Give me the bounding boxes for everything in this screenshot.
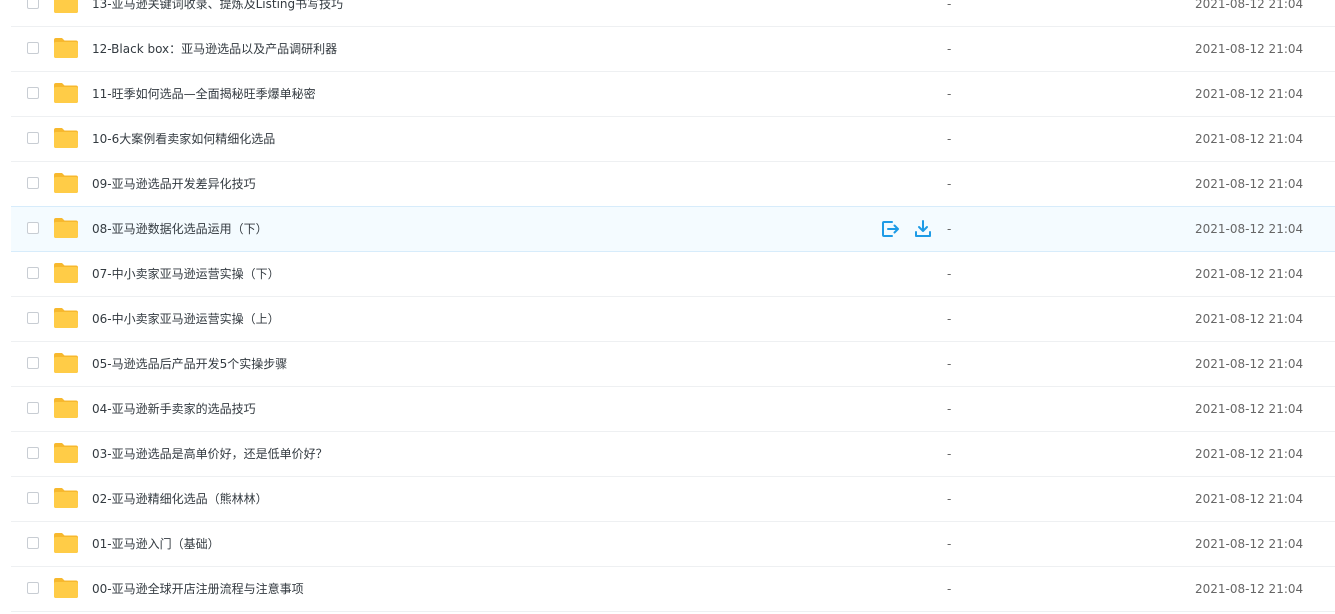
file-modified: 2021-08-12 21:04 <box>1195 582 1304 596</box>
file-name[interactable]: 03-亚马逊选品是高单价好，还是低单价好？ <box>92 432 328 476</box>
file-size: - <box>947 492 952 506</box>
folder-icon <box>53 307 79 329</box>
file-row[interactable]: 13-亚马逊关键词收录、提炼及Listing书写技巧 - 2021-08-12 … <box>11 0 1335 27</box>
file-modified: 2021-08-12 21:04 <box>1195 312 1304 326</box>
file-size: - <box>947 177 952 191</box>
file-name[interactable]: 07-中小卖家亚马逊运营实操（下） <box>92 252 280 296</box>
folder-icon <box>53 172 79 194</box>
download-icon[interactable] <box>913 220 933 238</box>
file-size: - <box>947 357 952 371</box>
file-modified: 2021-08-12 21:04 <box>1195 222 1304 236</box>
file-size: - <box>947 0 952 11</box>
file-size: - <box>947 267 952 281</box>
file-name[interactable]: 13-亚马逊关键词收录、提炼及Listing书写技巧 <box>92 0 343 26</box>
folder-icon <box>53 442 79 464</box>
folder-icon <box>53 0 79 14</box>
row-checkbox[interactable] <box>27 177 39 189</box>
file-modified: 2021-08-12 21:04 <box>1195 42 1304 56</box>
file-name[interactable]: 00-亚马逊全球开店注册流程与注意事项 <box>92 567 304 611</box>
file-row[interactable]: 05-马逊选品后产品开发5个实操步骤 - 2021-08-12 21:04 <box>11 342 1335 387</box>
row-checkbox[interactable] <box>27 357 39 369</box>
file-name[interactable]: 08-亚马逊数据化选品运用（下） <box>92 207 268 251</box>
file-row[interactable]: 07-中小卖家亚马逊运营实操（下） - 2021-08-12 21:04 <box>11 252 1335 297</box>
row-checkbox[interactable] <box>27 87 39 99</box>
file-size: - <box>947 42 952 56</box>
file-name[interactable]: 01-亚马逊入门（基础） <box>92 522 220 566</box>
row-checkbox[interactable] <box>27 492 39 504</box>
row-checkbox[interactable] <box>27 132 39 144</box>
file-name[interactable]: 09-亚马逊选品开发差异化技巧 <box>92 162 256 206</box>
file-modified: 2021-08-12 21:04 <box>1195 267 1304 281</box>
file-size: - <box>947 582 952 596</box>
file-name[interactable]: 10-6大案例看卖家如何精细化选品 <box>92 117 275 161</box>
file-modified: 2021-08-12 21:04 <box>1195 447 1304 461</box>
file-modified: 2021-08-12 21:04 <box>1195 492 1304 506</box>
file-row[interactable]: 02-亚马逊精细化选品（熊林林） - 2021-08-12 21:04 <box>11 477 1335 522</box>
folder-icon <box>53 217 79 239</box>
row-checkbox[interactable] <box>27 312 39 324</box>
file-row[interactable]: 09-亚马逊选品开发差异化技巧 - 2021-08-12 21:04 <box>11 162 1335 207</box>
folder-icon <box>53 577 79 599</box>
file-row[interactable]: 11-旺季如何选品—全面揭秘旺季爆单秘密 - 2021-08-12 21:04 <box>11 72 1335 117</box>
file-row[interactable]: 06-中小卖家亚马逊运营实操（上） - 2021-08-12 21:04 <box>11 297 1335 342</box>
file-row[interactable]: 04-亚马逊新手卖家的选品技巧 - 2021-08-12 21:04 <box>11 387 1335 432</box>
folder-icon <box>53 82 79 104</box>
folder-icon <box>53 37 79 59</box>
row-checkbox[interactable] <box>27 42 39 54</box>
row-checkbox[interactable] <box>27 0 39 9</box>
file-modified: 2021-08-12 21:04 <box>1195 537 1304 551</box>
file-row[interactable]: 01-亚马逊入门（基础） - 2021-08-12 21:04 <box>11 522 1335 567</box>
file-name[interactable]: 04-亚马逊新手卖家的选品技巧 <box>92 387 256 431</box>
file-modified: 2021-08-12 21:04 <box>1195 87 1304 101</box>
row-checkbox[interactable] <box>27 402 39 414</box>
file-size: - <box>947 222 952 236</box>
folder-icon <box>53 532 79 554</box>
row-checkbox[interactable] <box>27 582 39 594</box>
file-modified: 2021-08-12 21:04 <box>1195 402 1304 416</box>
row-checkbox[interactable] <box>27 447 39 459</box>
file-name[interactable]: 05-马逊选品后产品开发5个实操步骤 <box>92 342 287 386</box>
file-list: 13-亚马逊关键词收录、提炼及Listing书写技巧 - 2021-08-12 … <box>11 0 1335 612</box>
folder-icon <box>53 397 79 419</box>
file-row[interactable]: 10-6大案例看卖家如何精细化选品 - 2021-08-12 21:04 <box>11 117 1335 162</box>
file-row[interactable]: 12-Black box：亚马逊选品以及产品调研利器 - 2021-08-12 … <box>11 27 1335 72</box>
folder-icon <box>53 127 79 149</box>
file-size: - <box>947 537 952 551</box>
row-checkbox[interactable] <box>27 222 39 234</box>
file-size: - <box>947 402 952 416</box>
file-size: - <box>947 132 952 146</box>
file-row-hovered[interactable]: 08-亚马逊数据化选品运用（下） - 2021-08-12 21:04 <box>11 206 1335 252</box>
file-row[interactable]: 03-亚马逊选品是高单价好，还是低单价好？ - 2021-08-12 21:04 <box>11 432 1335 477</box>
folder-icon <box>53 352 79 374</box>
file-size: - <box>947 312 952 326</box>
file-modified: 2021-08-12 21:04 <box>1195 0 1304 11</box>
folder-icon <box>53 487 79 509</box>
file-name[interactable]: 06-中小卖家亚马逊运营实操（上） <box>92 297 280 341</box>
folder-icon <box>53 262 79 284</box>
file-name[interactable]: 02-亚马逊精细化选品（熊林林） <box>92 477 268 521</box>
file-name[interactable]: 11-旺季如何选品—全面揭秘旺季爆单秘密 <box>92 72 316 116</box>
row-checkbox[interactable] <box>27 267 39 279</box>
file-row[interactable]: 00-亚马逊全球开店注册流程与注意事项 - 2021-08-12 21:04 <box>11 567 1335 612</box>
file-size: - <box>947 447 952 461</box>
file-modified: 2021-08-12 21:04 <box>1195 132 1304 146</box>
row-checkbox[interactable] <box>27 537 39 549</box>
file-name[interactable]: 12-Black box：亚马逊选品以及产品调研利器 <box>92 27 337 71</box>
share-out-icon[interactable] <box>881 220 901 238</box>
file-modified: 2021-08-12 21:04 <box>1195 177 1304 191</box>
file-modified: 2021-08-12 21:04 <box>1195 357 1304 371</box>
file-size: - <box>947 87 952 101</box>
